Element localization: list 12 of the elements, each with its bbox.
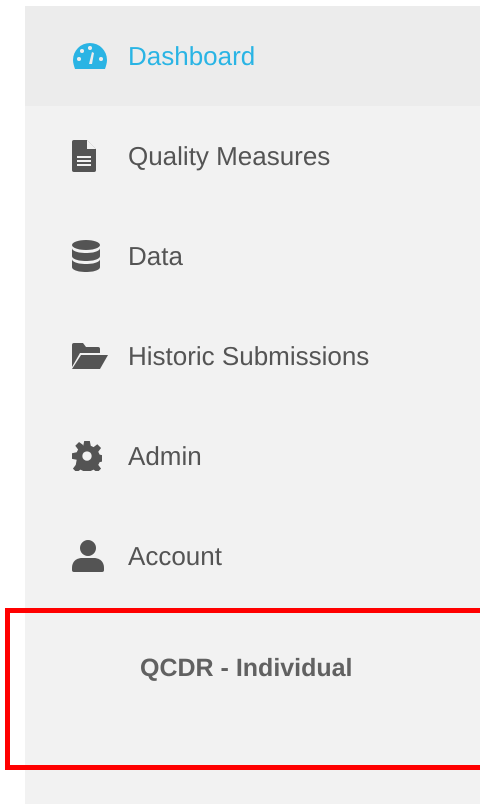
nav-item[interactable]: Quality Measures [25,106,480,206]
nav-item[interactable]: Historic Submissions [25,306,480,406]
gear-icon [72,441,102,471]
user-icon [72,540,104,572]
nav-item[interactable]: Admin [25,406,480,506]
document-icon [72,140,96,172]
dashboard-gauge-icon [72,42,108,70]
nav-item[interactable]: Data [25,206,480,306]
practice-label: QCDR - Individual [140,654,352,682]
nav-item[interactable]: Account [25,506,480,606]
database-icon [72,240,100,272]
folder-icon [72,343,108,369]
